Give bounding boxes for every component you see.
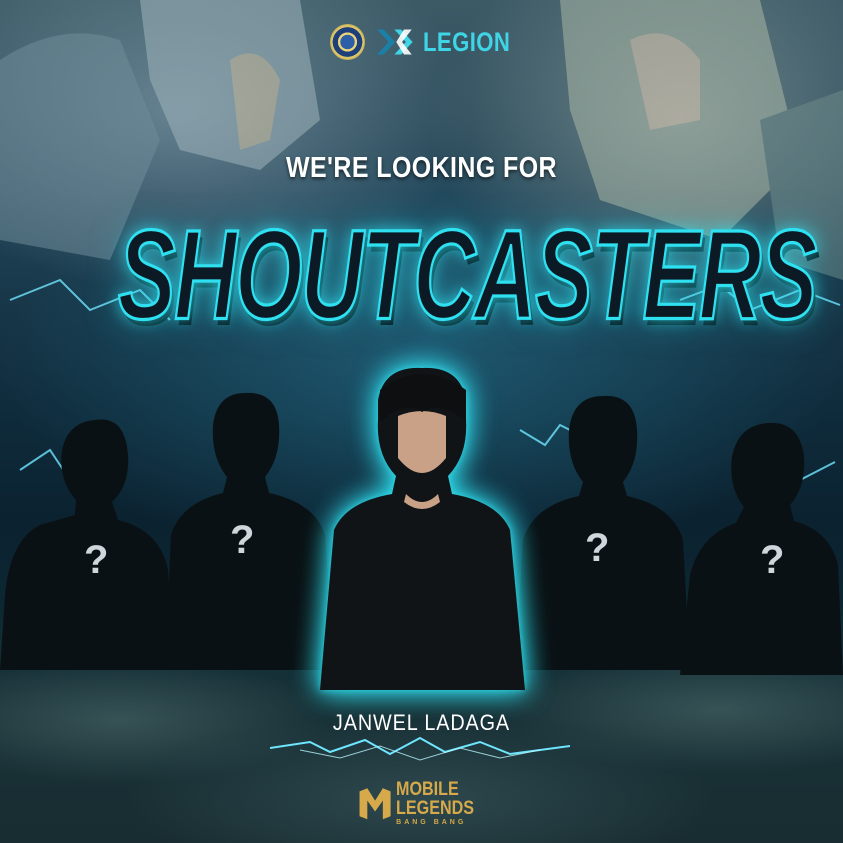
mystery-mark-1: ? <box>84 538 109 582</box>
university-seal-icon <box>330 24 365 60</box>
logo-line-1: MOBILE <box>396 779 459 800</box>
lightning-divider <box>270 736 570 761</box>
mobile-legends-wordmark: MOBILE LEGENDS BANG BANG <box>396 780 488 826</box>
logo-line-2: LEGENDS <box>396 798 475 819</box>
legion-brand-name: LEGION <box>423 26 511 57</box>
headline-kicker: WE'RE LOOKING FOR <box>286 152 557 184</box>
mobile-legends-logo: MOBILE LEGENDS BANG BANG <box>358 778 488 828</box>
headline-title: SHOUTCASTERS <box>117 202 819 347</box>
mystery-mark-4: ? <box>760 538 785 582</box>
logo-line-3: BANG BANG <box>396 819 467 826</box>
mobile-legends-logo-icon <box>359 788 391 820</box>
mystery-mark-2: ? <box>230 518 255 562</box>
mystery-mark-3: ? <box>585 526 610 570</box>
poster: LEGION WE'RE LOOKING FOR SHOUTCASTERS ? … <box>0 0 843 843</box>
header-logos: LEGION <box>330 22 530 62</box>
legion-logo-icon <box>376 29 413 55</box>
featured-person-photo <box>320 367 525 690</box>
